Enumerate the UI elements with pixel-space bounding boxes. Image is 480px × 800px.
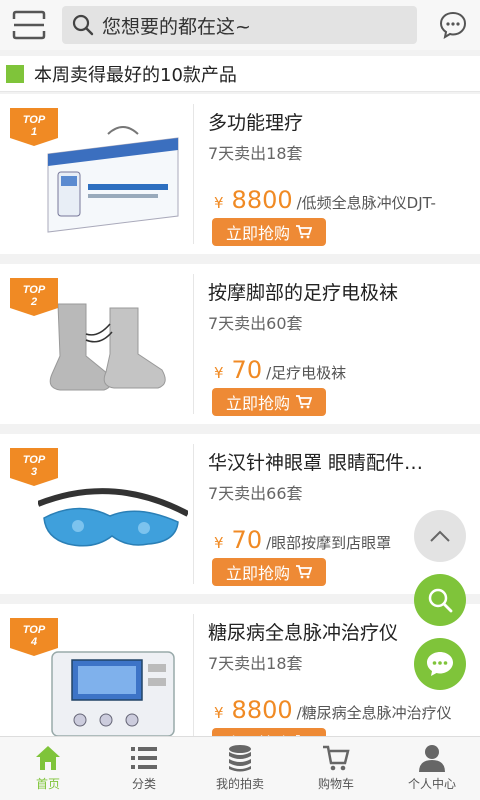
tab-home[interactable]: 首页 (0, 737, 96, 800)
top-badge (10, 448, 58, 486)
buy-now-button[interactable]: 立即抢购 (212, 388, 326, 416)
tab-auction[interactable]: 我的拍卖 (192, 737, 288, 800)
sold-count: 7天卖出18套 (208, 144, 303, 163)
product-desc: /低频全息脉冲仪DJT- (296, 194, 436, 212)
cart-icon (296, 395, 312, 409)
section-marker (6, 64, 24, 83)
top-badge (10, 618, 58, 656)
search-bar[interactable]: 您想要的都在这~ (62, 6, 417, 44)
scan-icon[interactable] (12, 10, 46, 40)
product-image-box[interactable]: TOP 2 (8, 274, 194, 414)
product-image (38, 488, 188, 547)
tab-label: 个人中心 (407, 777, 456, 791)
product-image-box[interactable]: TOP 4 (8, 614, 194, 754)
message-icon[interactable] (438, 10, 468, 40)
search-placeholder: 您想要的都在这~ (102, 15, 251, 38)
cart-icon (296, 565, 312, 579)
list-icon (131, 747, 157, 769)
currency-symbol: ¥ (214, 534, 224, 552)
product-image-box[interactable]: TOP 3 (8, 444, 194, 584)
product-name[interactable]: 华汉针神眼罩 眼睛配件… (208, 448, 478, 475)
tab-profile[interactable]: 个人中心 (384, 737, 480, 800)
chevron-up-icon (430, 530, 450, 542)
buy-now-label: 立即抢购 (225, 564, 290, 583)
price-row: ¥ 70 /足疗电极袜 (214, 356, 480, 384)
section-title: 本周卖得最好的10款产品 (34, 64, 237, 86)
product-item[interactable]: TOP 3 华汉针神眼罩 眼睛配件… 7天卖出66套 ¥ 70 /眼部按摩到店眼罩… (0, 434, 480, 594)
currency-symbol: ¥ (214, 704, 224, 722)
cart-icon (296, 225, 312, 239)
top-badge (10, 278, 58, 316)
price-row: ¥ 8800 /糖尿病全息脉冲治疗仪 (214, 696, 480, 724)
user-icon (419, 745, 445, 772)
home-icon (36, 746, 60, 770)
product-desc: /眼部按摩到店眼罩 (266, 534, 392, 552)
tab-label: 分类 (131, 777, 156, 791)
product-desc: /糖尿病全息脉冲治疗仪 (296, 704, 452, 722)
product-item[interactable]: TOP 1 多功能理疗 7天卖出18套 ¥ 8800 /低频全息脉冲仪DJT- 立… (0, 94, 480, 254)
buy-now-label: 立即抢购 (225, 394, 290, 413)
bottom-tab-bar: 首页 分类 我的拍卖 购物车 个人中心 (0, 736, 480, 800)
price: 8800 (231, 696, 293, 724)
price: 70 (231, 526, 263, 554)
sold-count: 7天卖出66套 (208, 484, 303, 503)
product-name[interactable]: 多功能理疗 (208, 108, 478, 135)
price: 70 (231, 356, 263, 384)
chat-icon (427, 652, 453, 676)
buy-now-button[interactable]: 立即抢购 (212, 558, 326, 586)
product-desc: /足疗电极袜 (266, 364, 347, 382)
floating-search-button[interactable] (414, 574, 466, 626)
price: 8800 (231, 186, 293, 214)
tab-label: 我的拍卖 (215, 777, 264, 791)
search-icon (72, 14, 94, 36)
currency-symbol: ¥ (214, 364, 224, 382)
price-row: ¥ 8800 /低频全息脉冲仪DJT- (214, 186, 480, 214)
coins-icon (229, 745, 251, 772)
tab-label: 购物车 (317, 777, 354, 791)
sold-count: 7天卖出60套 (208, 314, 303, 333)
search-icon (428, 588, 453, 613)
buy-now-label: 立即抢购 (225, 224, 290, 243)
tab-cart[interactable]: 购物车 (288, 737, 384, 800)
scroll-top-button[interactable] (414, 510, 466, 562)
floating-chat-button[interactable] (414, 638, 466, 690)
tab-category[interactable]: 分类 (96, 737, 192, 800)
top-badge (10, 108, 58, 146)
product-image-box[interactable]: TOP 1 (8, 104, 194, 244)
section-header: 本周卖得最好的10款产品 (0, 56, 480, 92)
product-image (47, 126, 179, 233)
sold-count: 7天卖出18套 (208, 654, 303, 673)
cart-icon (323, 745, 350, 771)
product-image (51, 651, 175, 737)
tab-label: 首页 (35, 777, 60, 791)
currency-symbol: ¥ (214, 194, 224, 212)
product-image (49, 303, 166, 391)
product-item[interactable]: TOP 2 按摩脚部的足疗电极袜 7天卖出60套 ¥ 70 /足疗电极袜 立即抢购 (0, 264, 480, 424)
buy-now-button[interactable]: 立即抢购 (212, 218, 326, 246)
product-name[interactable]: 按摩脚部的足疗电极袜 (208, 278, 478, 305)
top-bar: 您想要的都在这~ (0, 0, 480, 50)
